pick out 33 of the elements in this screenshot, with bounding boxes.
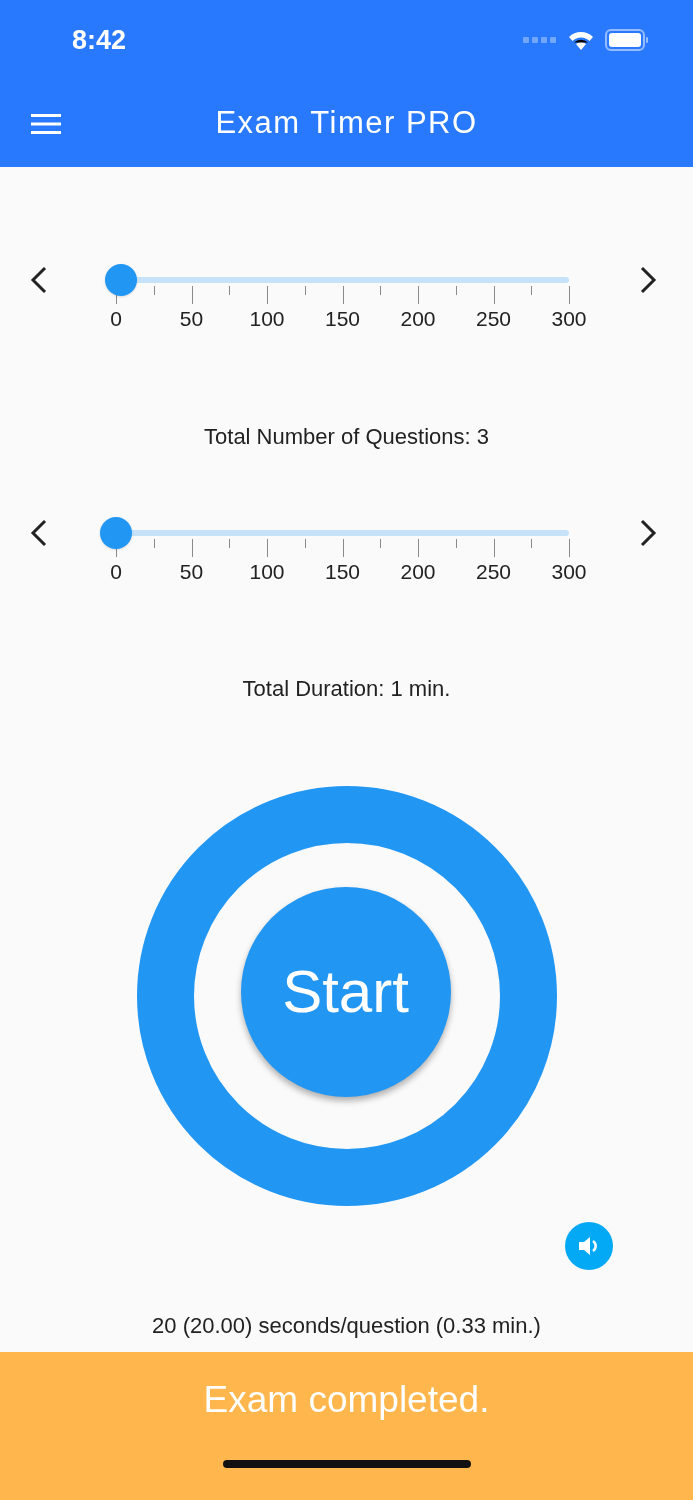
- speaker-icon: [578, 1236, 600, 1256]
- tick-label: 150: [323, 306, 361, 332]
- tick-label: 250: [474, 559, 512, 585]
- tick-label: 50: [178, 559, 205, 585]
- tick-label: 200: [399, 559, 437, 585]
- questions-caption: Total Number of Questions: 3: [203, 423, 490, 451]
- tick-label: 300: [550, 306, 588, 332]
- tick-label: 300: [550, 559, 588, 585]
- tick-label: 150: [323, 559, 361, 585]
- tick-label: 0: [109, 559, 123, 585]
- chevron-right-icon: [639, 266, 657, 294]
- tick-label: 100: [248, 306, 286, 332]
- per-question-text: 20 (20.00) seconds/question (0.33 min.): [151, 1312, 542, 1340]
- app-title: Exam Timer PRO: [215, 104, 478, 143]
- banner-text: Exam completed.: [203, 1378, 490, 1422]
- tick-label: 250: [474, 306, 512, 332]
- start-button[interactable]: Start: [240, 887, 451, 1097]
- chevron-right-icon: [639, 519, 657, 547]
- menu-icon: [31, 112, 61, 135]
- status-time: 8:42: [72, 23, 127, 57]
- slider-thumb[interactable]: [104, 264, 137, 296]
- tick-label: 0: [109, 306, 123, 332]
- battery-icon: [605, 29, 649, 51]
- chevron-left-icon: [30, 519, 48, 547]
- tick-label: 100: [248, 559, 286, 585]
- tick-label: 50: [178, 306, 205, 332]
- sound-button[interactable]: [565, 1222, 613, 1270]
- slider-thumb[interactable]: [100, 517, 132, 549]
- duration-caption: Total Duration: 1 min.: [241, 675, 452, 703]
- tick-label: 200: [399, 306, 437, 332]
- signal-icon: [523, 36, 557, 44]
- chevron-left-icon: [30, 266, 48, 294]
- wifi-icon: [567, 29, 595, 51]
